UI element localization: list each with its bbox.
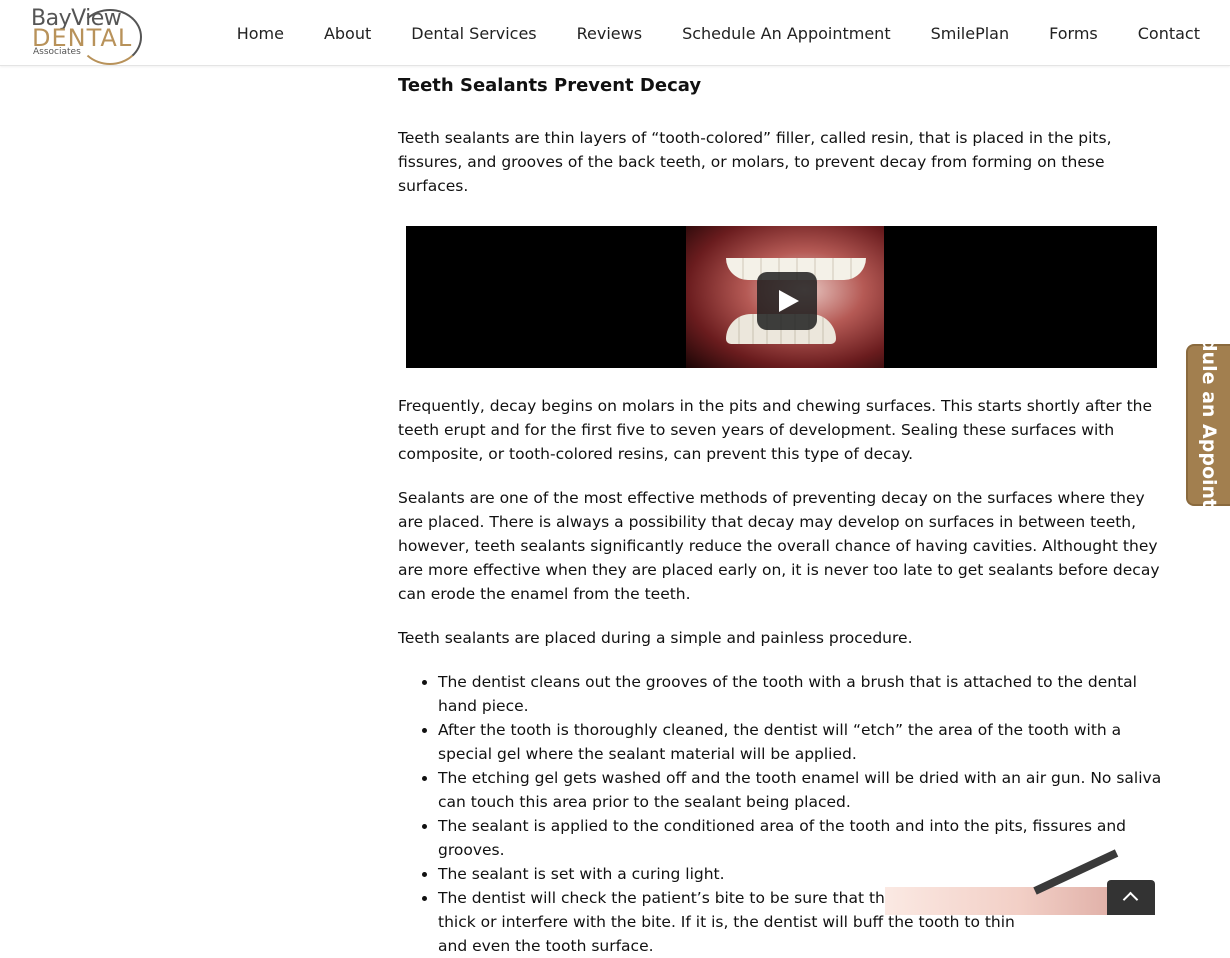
nav-about[interactable]: About [324,24,371,43]
nav-contact[interactable]: Contact [1138,24,1200,43]
list-item: After the tooth is thoroughly cleaned, t… [438,718,1166,766]
main-nav: Home About Dental Services Reviews Sched… [237,24,1200,43]
article-content: Teeth Sealants Prevent Decay Teeth seala… [398,72,1166,958]
paragraph-effectiveness: Sealants are one of the most effective m… [398,489,1160,603]
nav-home[interactable]: Home [237,24,284,43]
nav-reviews[interactable]: Reviews [577,24,642,43]
nav-smileplan[interactable]: SmilePlan [931,24,1010,43]
paragraph-molars: Frequently, decay begins on molars in th… [398,397,1153,463]
nav-forms[interactable]: Forms [1049,24,1098,43]
chevron-up-icon[interactable] [1107,880,1155,915]
bayview-dental-logo[interactable]: BayView DENTAL Associates [30,6,142,65]
nav-schedule-appointment[interactable]: Schedule An Appointment [682,24,891,43]
nav-dental-services[interactable]: Dental Services [411,24,536,43]
list-item: The dentist cleans out the grooves of th… [438,670,1166,718]
list-item: The sealant is applied to the conditione… [438,814,1166,862]
schedule-appointment-tab[interactable]: Schedule an Appointment [1186,287,1230,563]
article-title: Teeth Sealants Prevent Decay [398,75,702,96]
paragraph-procedure: Teeth sealants are placed during a simpl… [398,629,913,647]
schedule-tab-label: Schedule an Appointment [1198,286,1220,564]
list-item: The etching gel gets washed off and the … [438,766,1166,814]
play-icon[interactable] [757,272,817,330]
logo-text-associates: Associates [33,47,81,57]
site-header: BayView DENTAL Associates Home About Den… [0,0,1230,66]
video-player[interactable] [406,226,1157,368]
intro-paragraph: Teeth sealants are thin layers of “tooth… [398,129,1112,195]
